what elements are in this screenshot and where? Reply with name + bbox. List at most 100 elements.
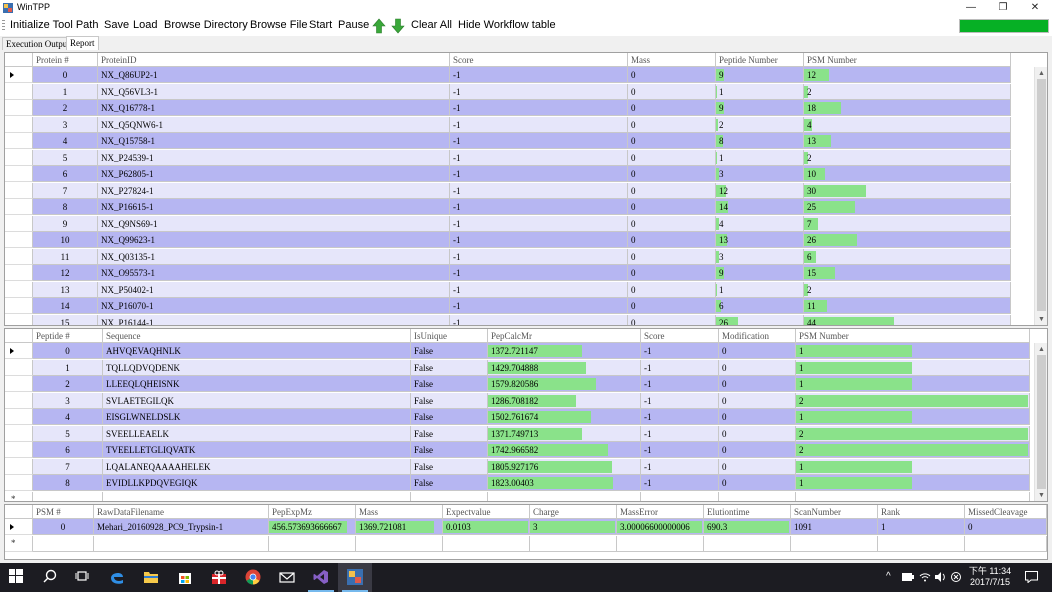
cell-elutiontime[interactable]: 690.3 (704, 519, 791, 535)
taskbar-chrome[interactable] (236, 563, 270, 592)
scroll-down-icon[interactable]: ▼ (1035, 313, 1047, 325)
cell-peptide-number[interactable]: 1 (716, 149, 804, 166)
search-button[interactable] (34, 563, 68, 592)
cell-protein[interactable]: 14 (33, 298, 98, 314)
minimize-button[interactable]: — (955, 0, 987, 16)
table-row[interactable]: 5 SVEELLEAELK False 1371.749713 -1 0 2 (5, 425, 1030, 442)
cell-peptide[interactable]: 5 (33, 425, 103, 442)
table-row[interactable]: 2 LLEEQLQHEISNK False 1579.820586 -1 0 1 (5, 376, 1030, 392)
cell-psm-number[interactable]: 44 (804, 314, 1011, 325)
row-header[interactable] (5, 116, 33, 133)
cell-mass[interactable]: 0 (628, 265, 716, 281)
table-row[interactable]: 8 NX_P16615-1 -1 0 14 25 (5, 199, 1011, 215)
column-header-proteinid[interactable]: ProteinID (98, 53, 450, 67)
cell-score[interactable]: -1 (641, 458, 719, 475)
initialize-tool-path-menu[interactable]: Initialize Tool Path (10, 19, 98, 31)
cell-modification[interactable]: 0 (719, 425, 796, 442)
table-row[interactable]: 0 AHVQEVAQHNLK False 1372.721147 -1 0 1 (5, 343, 1030, 359)
cell-protein[interactable]: 9 (33, 215, 98, 232)
column-header-elutiontime[interactable]: Elutiontime (704, 505, 791, 519)
scroll-up-icon[interactable]: ▲ (1035, 67, 1047, 79)
column-header-sequence[interactable]: Sequence (103, 329, 411, 343)
cell-proteinid[interactable]: NX_Q03135-1 (98, 248, 450, 265)
cell-protein[interactable]: 5 (33, 149, 98, 166)
protein-table[interactable]: Protein # ProteinID Score Mass Peptide Numbe… (4, 52, 1048, 326)
cell-mass[interactable]: 0 (628, 199, 716, 215)
cell-isunique[interactable] (411, 491, 488, 501)
cell-peptide-number[interactable]: 9 (716, 67, 804, 83)
column-header-charge[interactable]: Charge (530, 505, 617, 519)
cell-protein[interactable]: 1 (33, 83, 98, 100)
column-header-mass[interactable]: Mass (628, 53, 716, 67)
cell-score[interactable]: -1 (641, 425, 719, 442)
cell-psm-number[interactable]: 6 (804, 248, 1011, 265)
cell-proteinid[interactable]: NX_P16070-1 (98, 298, 450, 314)
cell-score[interactable]: -1 (450, 248, 628, 265)
row-header[interactable] (5, 458, 33, 475)
cell-peptide[interactable]: 7 (33, 458, 103, 475)
cell-expectvalue[interactable] (443, 535, 530, 552)
cell-peptide-number[interactable]: 3 (716, 166, 804, 182)
taskbar-wintpp[interactable] (338, 563, 372, 592)
cell-modification[interactable]: 0 (719, 475, 796, 491)
header-corner[interactable] (5, 505, 33, 519)
cell-score[interactable]: -1 (641, 376, 719, 392)
cell-peptide-number[interactable]: 6 (716, 298, 804, 314)
table-row[interactable]: 1 NX_Q56VL3-1 -1 0 1 2 (5, 83, 1011, 100)
cell-mass[interactable]: 0 (628, 149, 716, 166)
cell-psm-number[interactable]: 2 (804, 149, 1011, 166)
column-header-score[interactable]: Score (450, 53, 628, 67)
cell-proteinid[interactable]: NX_Q5QNW6-1 (98, 116, 450, 133)
cell-proteinid[interactable]: NX_Q15758-1 (98, 133, 450, 149)
cell-mass[interactable]: 0 (628, 133, 716, 149)
row-header[interactable] (5, 100, 33, 116)
cell-peptide[interactable]: 3 (33, 392, 103, 409)
row-header[interactable] (5, 232, 33, 248)
cell-score[interactable]: -1 (641, 343, 719, 359)
save-menu[interactable]: Save (104, 19, 129, 31)
cell-psm-number[interactable] (796, 491, 1030, 501)
cell-rank[interactable]: 1 (878, 519, 965, 535)
cell-isunique[interactable]: False (411, 376, 488, 392)
cell-sequence[interactable]: SVLAETEGILQK (103, 392, 411, 409)
chevron-up-icon[interactable]: ^ (886, 571, 891, 582)
column-header-psm[interactable]: PSM # (33, 505, 94, 519)
cell-psm-number[interactable]: 1 (796, 475, 1030, 491)
cell-peptide[interactable]: 1 (33, 359, 103, 376)
table-row[interactable]: 2 NX_Q16778-1 -1 0 9 18 (5, 100, 1011, 116)
column-header-modification[interactable]: Modification (719, 329, 796, 343)
cell-mass[interactable]: 1369.721081 (356, 519, 443, 535)
cell-charge[interactable] (530, 535, 617, 552)
cell-pepcalcmr[interactable]: 1429.704888 (488, 359, 641, 376)
cell-pepcalcmr[interactable] (488, 491, 641, 501)
cell-sequence[interactable]: SVEELLEAELK (103, 425, 411, 442)
cell-score[interactable]: -1 (450, 298, 628, 314)
cell-elutiontime[interactable] (704, 535, 791, 552)
cell-pepcalcmr[interactable]: 1372.721147 (488, 343, 641, 359)
cell-modification[interactable]: 0 (719, 376, 796, 392)
cell-sequence[interactable]: EVIDLLKPDQVEGIQK (103, 475, 411, 491)
row-header[interactable] (5, 314, 33, 325)
cell-protein[interactable]: 3 (33, 116, 98, 133)
volume-icon[interactable] (935, 572, 947, 582)
cell-mass[interactable]: 0 (628, 116, 716, 133)
cell-protein[interactable]: 11 (33, 248, 98, 265)
row-header[interactable] (5, 409, 33, 425)
cell-peptide-number[interactable]: 9 (716, 265, 804, 281)
cell-psm-number[interactable]: 1 (796, 376, 1030, 392)
taskbar-file-explorer[interactable] (134, 563, 168, 592)
row-header[interactable]: * (5, 535, 33, 552)
cell-score[interactable]: -1 (450, 116, 628, 133)
table-row[interactable]: 0 Mehari_20160928_PC9_Trypsin-1 456.573693… (5, 519, 1047, 535)
tab-report[interactable]: Report (66, 36, 99, 50)
cell-isunique[interactable]: False (411, 442, 488, 458)
cell-peptide-number[interactable]: 9 (716, 100, 804, 116)
row-header[interactable] (5, 149, 33, 166)
column-header-psm-number[interactable]: PSM Number (796, 329, 1030, 343)
table-row[interactable]: 9 NX_Q9NS69-1 -1 0 4 7 (5, 215, 1011, 232)
cell-expectvalue[interactable]: 0.0103 (443, 519, 530, 535)
cell-pepcalcmr[interactable]: 1823.00403 (488, 475, 641, 491)
table-row[interactable]: 4 NX_Q15758-1 -1 0 8 13 (5, 133, 1011, 149)
task-view-button[interactable] (66, 563, 100, 592)
column-header-mass[interactable]: Mass (356, 505, 443, 519)
